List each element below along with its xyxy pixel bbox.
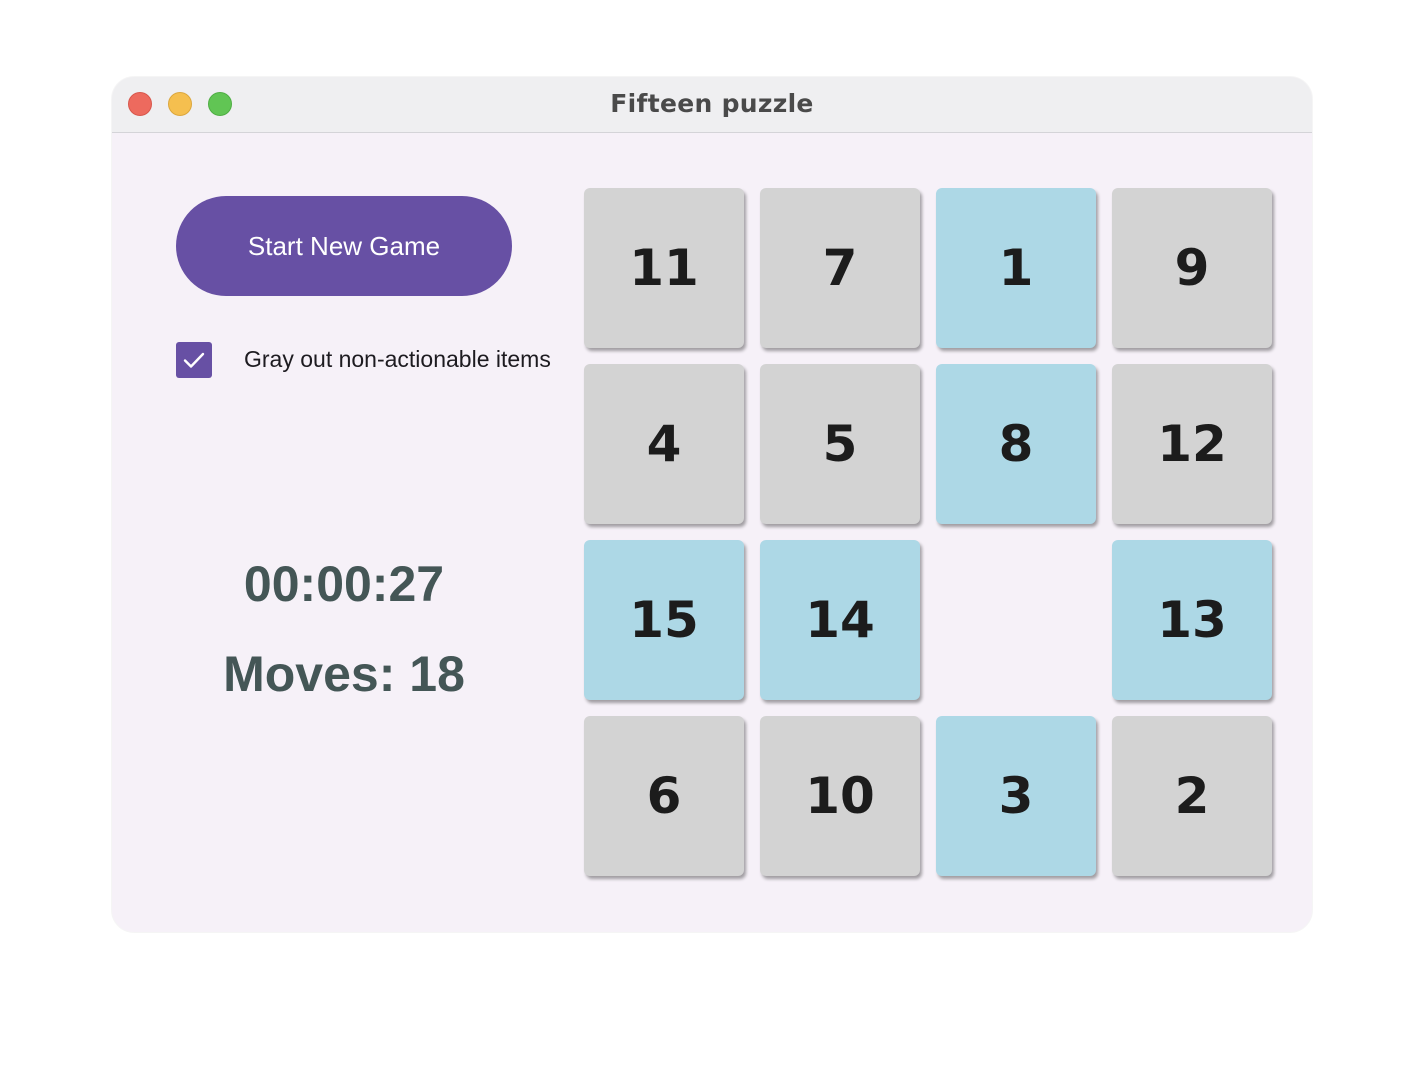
- tile-10[interactable]: 10: [760, 716, 920, 876]
- tile-5[interactable]: 5: [760, 364, 920, 524]
- tile-3[interactable]: 3: [936, 716, 1096, 876]
- tile-15[interactable]: 15: [584, 540, 744, 700]
- tile-12[interactable]: 12: [1112, 364, 1272, 524]
- gray-out-label: Gray out non-actionable items: [244, 346, 551, 372]
- tile-4[interactable]: 4: [584, 364, 744, 524]
- gray-out-checkbox[interactable]: [176, 342, 212, 378]
- tile-6[interactable]: 6: [584, 716, 744, 876]
- tile-13[interactable]: 13: [1112, 540, 1272, 700]
- tile-11[interactable]: 11: [584, 188, 744, 348]
- tile-9[interactable]: 9: [1112, 188, 1272, 348]
- app-window: Fifteen puzzle Start New Game Gray out n…: [112, 77, 1312, 932]
- puzzle-board: 11 7 1 9 4 5 8 12 15 14 13 6 10 3 2: [584, 188, 1288, 892]
- tile-1[interactable]: 1: [936, 188, 1096, 348]
- start-new-game-button[interactable]: Start New Game: [176, 196, 512, 296]
- tile-8[interactable]: 8: [936, 364, 1096, 524]
- checkmark-icon: [183, 352, 205, 368]
- title-bar: Fifteen puzzle: [112, 77, 1312, 133]
- game-timer: 00:00:27: [243, 556, 445, 612]
- tile-7[interactable]: 7: [760, 188, 920, 348]
- tile-2[interactable]: 2: [1112, 716, 1272, 876]
- tile-14[interactable]: 14: [760, 540, 920, 700]
- window-title: Fifteen puzzle: [610, 89, 814, 118]
- empty-slot: [936, 540, 1096, 700]
- move-counter: Moves: 18: [223, 646, 465, 702]
